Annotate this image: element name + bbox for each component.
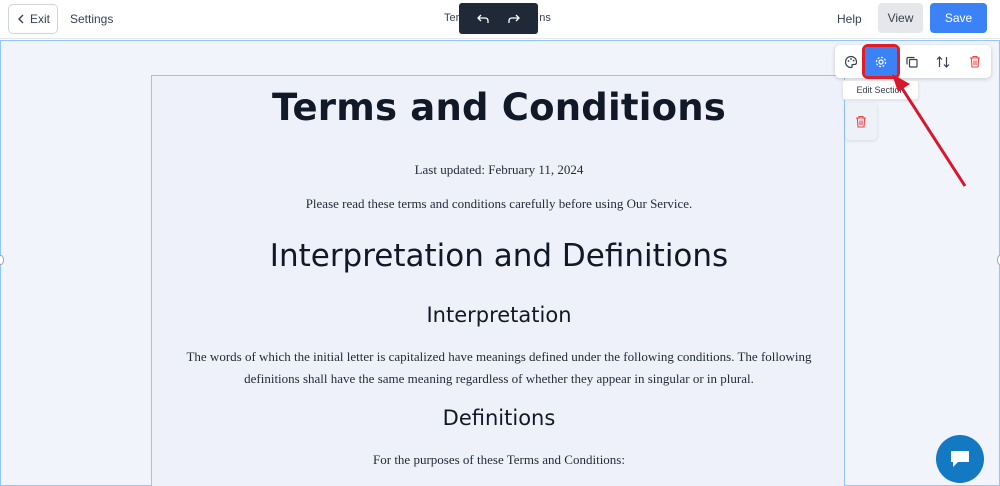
copy-icon bbox=[906, 56, 918, 68]
section-toolbar bbox=[835, 44, 991, 79]
editor-topbar: Exit Settings Ter ns Help View Save bbox=[0, 0, 1000, 39]
page-title: Terms and Conditions bbox=[271, 86, 727, 129]
trash-icon bbox=[970, 55, 980, 68]
heading-interpretation-definitions: Interpretation and Definitions bbox=[269, 238, 729, 274]
purposes-text: For the purposes of these Terms and Cond… bbox=[373, 452, 625, 467]
page-name-start: Ter bbox=[444, 12, 460, 24]
undo-redo-group bbox=[459, 3, 538, 34]
row-delete-button[interactable] bbox=[845, 103, 877, 140]
duplicate-button[interactable] bbox=[898, 48, 926, 75]
exit-label: Exit bbox=[29, 12, 50, 26]
gear-icon bbox=[875, 56, 887, 67]
intro-text: Please read these terms and conditions c… bbox=[305, 196, 693, 211]
undo-button[interactable] bbox=[472, 8, 494, 30]
view-button[interactable]: View bbox=[878, 3, 923, 33]
trash-icon bbox=[856, 115, 866, 128]
settings-link[interactable]: Settings bbox=[70, 12, 113, 26]
style-button[interactable] bbox=[837, 48, 865, 75]
resize-handle-left[interactable] bbox=[0, 255, 4, 265]
exit-button[interactable]: Exit bbox=[8, 4, 58, 34]
page-name-end: ns bbox=[539, 12, 551, 24]
move-button[interactable] bbox=[929, 48, 957, 75]
save-button[interactable]: Save bbox=[930, 3, 987, 33]
chat-widget-button[interactable] bbox=[936, 435, 984, 483]
chat-bubble-icon bbox=[951, 451, 969, 467]
terms-section[interactable]: Terms and Conditions Last updated: Febru… bbox=[151, 75, 845, 486]
redo-button[interactable] bbox=[503, 8, 525, 30]
delete-section-button[interactable] bbox=[961, 48, 989, 75]
edit-section-tooltip: Edit Section bbox=[842, 80, 919, 100]
heading-definitions: Definitions bbox=[442, 406, 556, 430]
redo-icon bbox=[508, 14, 521, 23]
last-updated-text: Last updated: February 11, 2024 bbox=[414, 162, 584, 177]
palette-icon bbox=[844, 55, 858, 68]
edit-section-button[interactable] bbox=[862, 44, 900, 79]
move-icon bbox=[936, 55, 950, 68]
interpretation-paragraph: The words of which the initial letter is… bbox=[186, 349, 812, 386]
heading-interpretation: Interpretation bbox=[426, 303, 572, 327]
help-link[interactable]: Help bbox=[837, 12, 862, 26]
chevron-left-icon bbox=[16, 14, 26, 24]
undo-icon bbox=[476, 14, 489, 23]
